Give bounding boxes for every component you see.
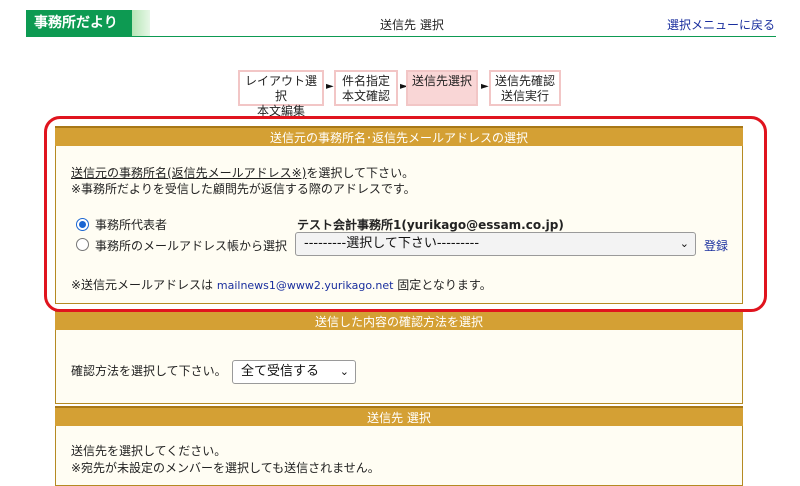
sender-note: ※事務所だよりを受信した顧問先が返信する際のアドレスです。 (71, 182, 416, 196)
confirm-method-value: 全て受信する (241, 364, 320, 379)
fixed-address-suffix: 固定となります。 (393, 278, 492, 292)
address-book-select[interactable]: ---------選択して下さい--------- ⌄ (295, 232, 696, 256)
recipient-line-2: ※宛先が未設定のメンバーを選択しても送信されません。 (71, 461, 380, 475)
step-recipient-select: 送信先選択 (406, 70, 478, 106)
recipient-line-1: 送信先を選択してください。 (71, 444, 227, 458)
step-arrow-icon: ► (326, 81, 334, 92)
brand-stripe (132, 10, 150, 36)
fixed-address-prefix: ※送信元メールアドレスは (71, 278, 217, 292)
back-to-menu-link[interactable]: 選択メニューに戻る (667, 16, 775, 33)
radio-representative-label[interactable]: 事務所代表者 (95, 216, 167, 233)
sender-instruction-rest: を選択して下さい。 (306, 166, 415, 180)
confirm-method-select[interactable]: 全て受信する ⌄ (232, 360, 356, 384)
fixed-address-note: ※送信元メールアドレスは mailnews1@www2.yurikago.net… (71, 276, 492, 293)
representative-value: テスト会計事務所1(yurikago@essam.co.jp) (297, 218, 564, 232)
register-link[interactable]: 登録 (704, 237, 728, 254)
step-layout: レイアウト選択 本文編集 (238, 70, 324, 118)
header-divider (26, 36, 776, 37)
sender-section-heading: 送信元の事務所名･返信先メールアドレスの選択 (55, 126, 743, 146)
radio-address-book[interactable] (76, 238, 89, 251)
brand-logo: 事務所だより (26, 10, 132, 36)
step-subject: 件名指定 本文確認 (334, 70, 398, 106)
radio-representative[interactable] (76, 218, 89, 231)
recipient-section-heading: 送信先 選択 (55, 406, 743, 426)
sender-instruction-underlined: 送信元の事務所名(返信先メールアドレス※) (71, 166, 307, 180)
confirm-prompt: 確認方法を選択して下さい。 (71, 364, 227, 378)
chevron-down-icon: ⌄ (339, 365, 349, 378)
step-confirm-send: 送信先確認 送信実行 (489, 70, 561, 106)
sender-instruction: 送信元の事務所名(返信先メールアドレス※)を選択して下さい。 (71, 164, 414, 181)
page-header: 事務所だより 送信先 選択 選択メニューに戻る (0, 0, 800, 40)
step-arrow-icon: ► (481, 81, 489, 92)
fixed-email: mailnews1@www2.yurikago.net (216, 279, 394, 292)
page-title: 送信先 選択 (380, 18, 444, 32)
radio-address-book-label[interactable]: 事務所のメールアドレス帳から選択 (95, 237, 287, 254)
confirm-section-heading: 送信した内容の確認方法を選択 (55, 310, 743, 330)
chevron-down-icon: ⌄ (679, 237, 689, 250)
address-book-select-value: ---------選択して下さい--------- (304, 236, 480, 251)
